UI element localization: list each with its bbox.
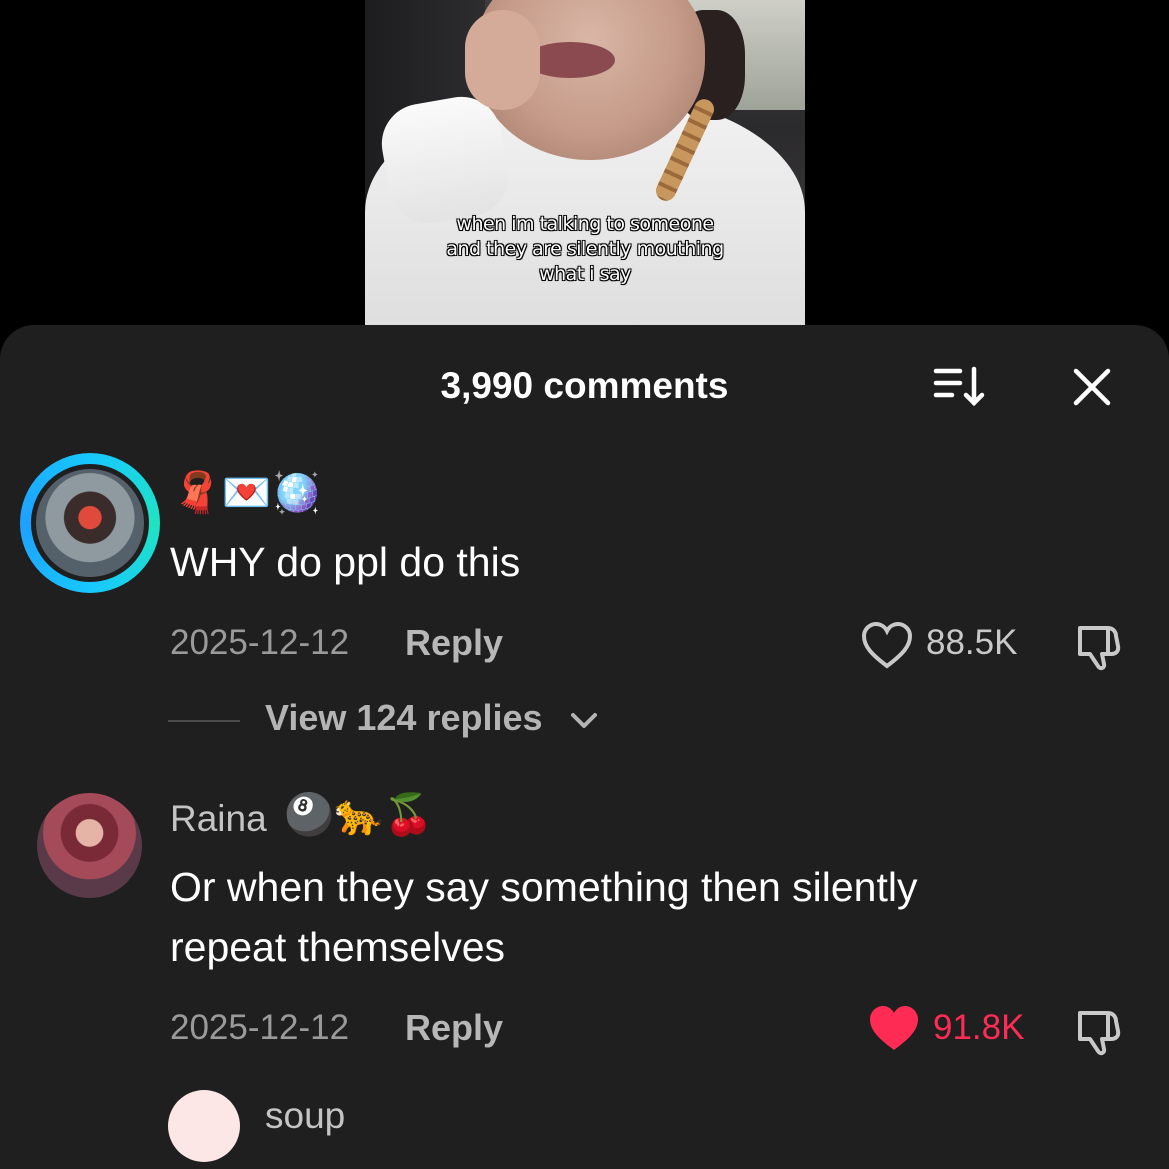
caption-line: when im talking to someone [456, 213, 714, 235]
close-icon[interactable] [1068, 363, 1116, 411]
comment-date: 2025-12-12 [170, 623, 350, 662]
comment-text: Or when they say something then silently… [170, 857, 918, 977]
like-count: 88.5K [926, 623, 1018, 662]
comments-sheet: 3,990 comments 🧣💌🪩 WHY do ppl do this 20… [0, 325, 1169, 1169]
avatar[interactable] [168, 1090, 240, 1162]
video-caption: when im talking to someone and they are … [365, 212, 805, 287]
username-emojis[interactable]: 🧣💌🪩 [172, 473, 321, 513]
hand [465, 10, 540, 110]
username-emojis: 🎱🐆🍒 [284, 793, 434, 837]
view-replies-button[interactable]: View 124 replies [265, 697, 543, 739]
caption-line: and they are silently mouthing [446, 238, 724, 260]
like-count: 91.8K [933, 1008, 1025, 1047]
comment-text: WHY do ppl do this [170, 539, 521, 585]
screen: when im talking to someone and they are … [0, 0, 1169, 1169]
reply-button[interactable]: Reply [405, 622, 503, 664]
sort-icon[interactable] [930, 363, 990, 411]
dislike-icon[interactable] [1072, 1005, 1124, 1057]
replies-divider [168, 720, 240, 722]
avatar[interactable] [31, 464, 149, 582]
dislike-icon[interactable] [1072, 620, 1124, 672]
username[interactable]: soup [265, 1095, 345, 1137]
username[interactable]: Raina [170, 798, 267, 840]
comment-text-line: repeat themselves [170, 924, 506, 970]
chevron-down-icon[interactable] [568, 707, 600, 735]
heart-filled-icon[interactable] [868, 1005, 920, 1053]
heart-outline-icon[interactable] [861, 622, 913, 670]
comment-date: 2025-12-12 [170, 1008, 350, 1047]
comment-text-line: Or when they say something then silently [170, 864, 918, 910]
avatar[interactable] [37, 793, 142, 898]
video-preview[interactable]: when im talking to someone and they are … [365, 0, 805, 325]
comments-count-title: 3,990 comments [440, 365, 729, 406]
reply-button[interactable]: Reply [405, 1007, 503, 1049]
caption-line: what i say [539, 263, 631, 285]
